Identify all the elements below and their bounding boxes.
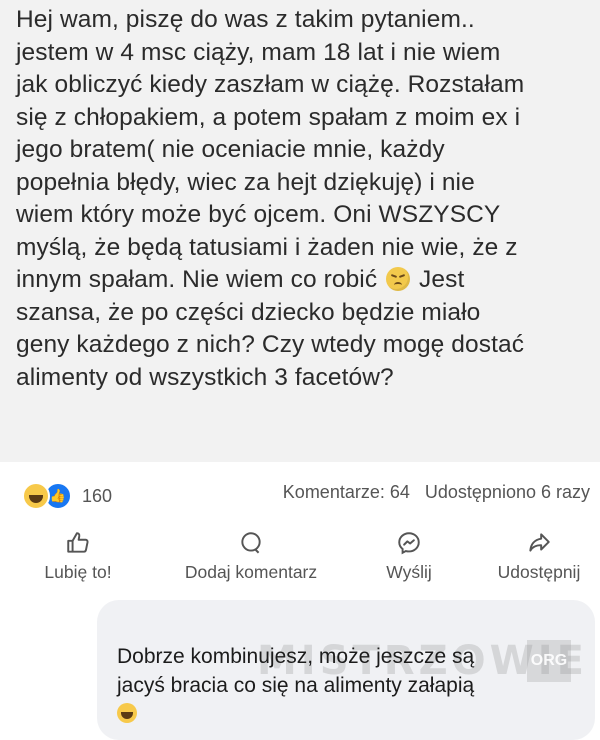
- comment-line: Dobrze kombinujesz, może jeszcze są: [117, 645, 475, 668]
- stats-bar: 👍 160 Komentarze: 64 Udostępniono 6 razy: [0, 462, 600, 521]
- post-line: jak obliczyć kiedy zaszłam w ciążę. Rozs…: [16, 71, 525, 98]
- post-line: myślą, że będą tatusiami i żaden nie wie…: [16, 233, 518, 261]
- post-line-part: Jest: [419, 266, 465, 293]
- comment-line: [117, 700, 474, 729]
- post-actions: Lubię to! Dodaj komentarz Wyślij Udostęp…: [0, 520, 600, 594]
- post-card: Hej wam, piszę do was z takim pytaniem..…: [0, 0, 600, 462]
- post-line: wiem który może być ojcem. Oni WSZYSCY: [16, 201, 501, 228]
- post-line: geny każdego z nich? Czy wtedy mogę dost…: [16, 331, 525, 358]
- laughing-face-icon: [117, 703, 137, 723]
- comment-line: jacyś bracia co się na alimenty załapią: [117, 674, 475, 697]
- reaction-count: 160: [82, 485, 113, 506]
- share-label: Udostępnij: [497, 562, 581, 582]
- post-line: innym spałam. Nie wiem co robić Jest: [16, 264, 596, 297]
- worried-face-icon: [386, 267, 411, 291]
- add-comment-button[interactable]: Dodaj komentarz: [166, 530, 336, 583]
- messenger-icon: [398, 532, 420, 555]
- comments-count-link[interactable]: Komentarze: 64: [283, 482, 410, 502]
- post-line: jestem w 4 msc ciąży, mam 18 lat i nie w…: [16, 38, 501, 66]
- comment-text: Dobrze kombinujesz, może jeszcze są jacy…: [117, 642, 474, 729]
- send-label: Wyślij: [386, 562, 432, 582]
- post-text: Hej wam, piszę do was z takim pytaniem..…: [16, 4, 596, 394]
- thumbs-up-icon: [67, 532, 89, 553]
- share-button[interactable]: Udostępnij: [484, 530, 594, 583]
- post-line-part: innym spałam. Nie wiem co robić: [16, 266, 378, 293]
- post-line: się z chłopakiem, a potem spałam z moim …: [16, 103, 521, 131]
- comment-section: MISTRZOWIE ORG Dobrze kombinujesz, może …: [0, 594, 600, 740]
- comment-bubble: MISTRZOWIE ORG Dobrze kombinujesz, może …: [97, 600, 595, 740]
- watermark-badge: ORG: [527, 640, 571, 682]
- post-line: Hej wam, piszę do was z takim pytaniem..: [16, 6, 475, 33]
- share-icon: [529, 533, 550, 552]
- comment-icon: [241, 532, 261, 554]
- post-line: alimenty od wszystkich 3 facetów?: [16, 363, 394, 391]
- reactions-summary[interactable]: 👍 160: [22, 482, 112, 510]
- post-line: popełnia błędy, wiec za hejt dziękuję) i…: [16, 168, 475, 196]
- send-button[interactable]: Wyślij: [364, 530, 454, 583]
- engagement-stats: Komentarze: 64 Udostępniono 6 razy: [273, 482, 590, 503]
- like-label: Lubię to!: [44, 562, 112, 582]
- shares-count-link[interactable]: Udostępniono 6 razy: [425, 482, 590, 502]
- post-line: szansa, że po części dziecko będzie miał…: [16, 298, 481, 326]
- haha-reaction-icon: [22, 482, 50, 510]
- add-comment-label: Dodaj komentarz: [184, 562, 318, 582]
- post-line: jego bratem( nie oceniacie mnie, każdy: [16, 136, 445, 163]
- like-button[interactable]: Lubię to!: [28, 530, 128, 583]
